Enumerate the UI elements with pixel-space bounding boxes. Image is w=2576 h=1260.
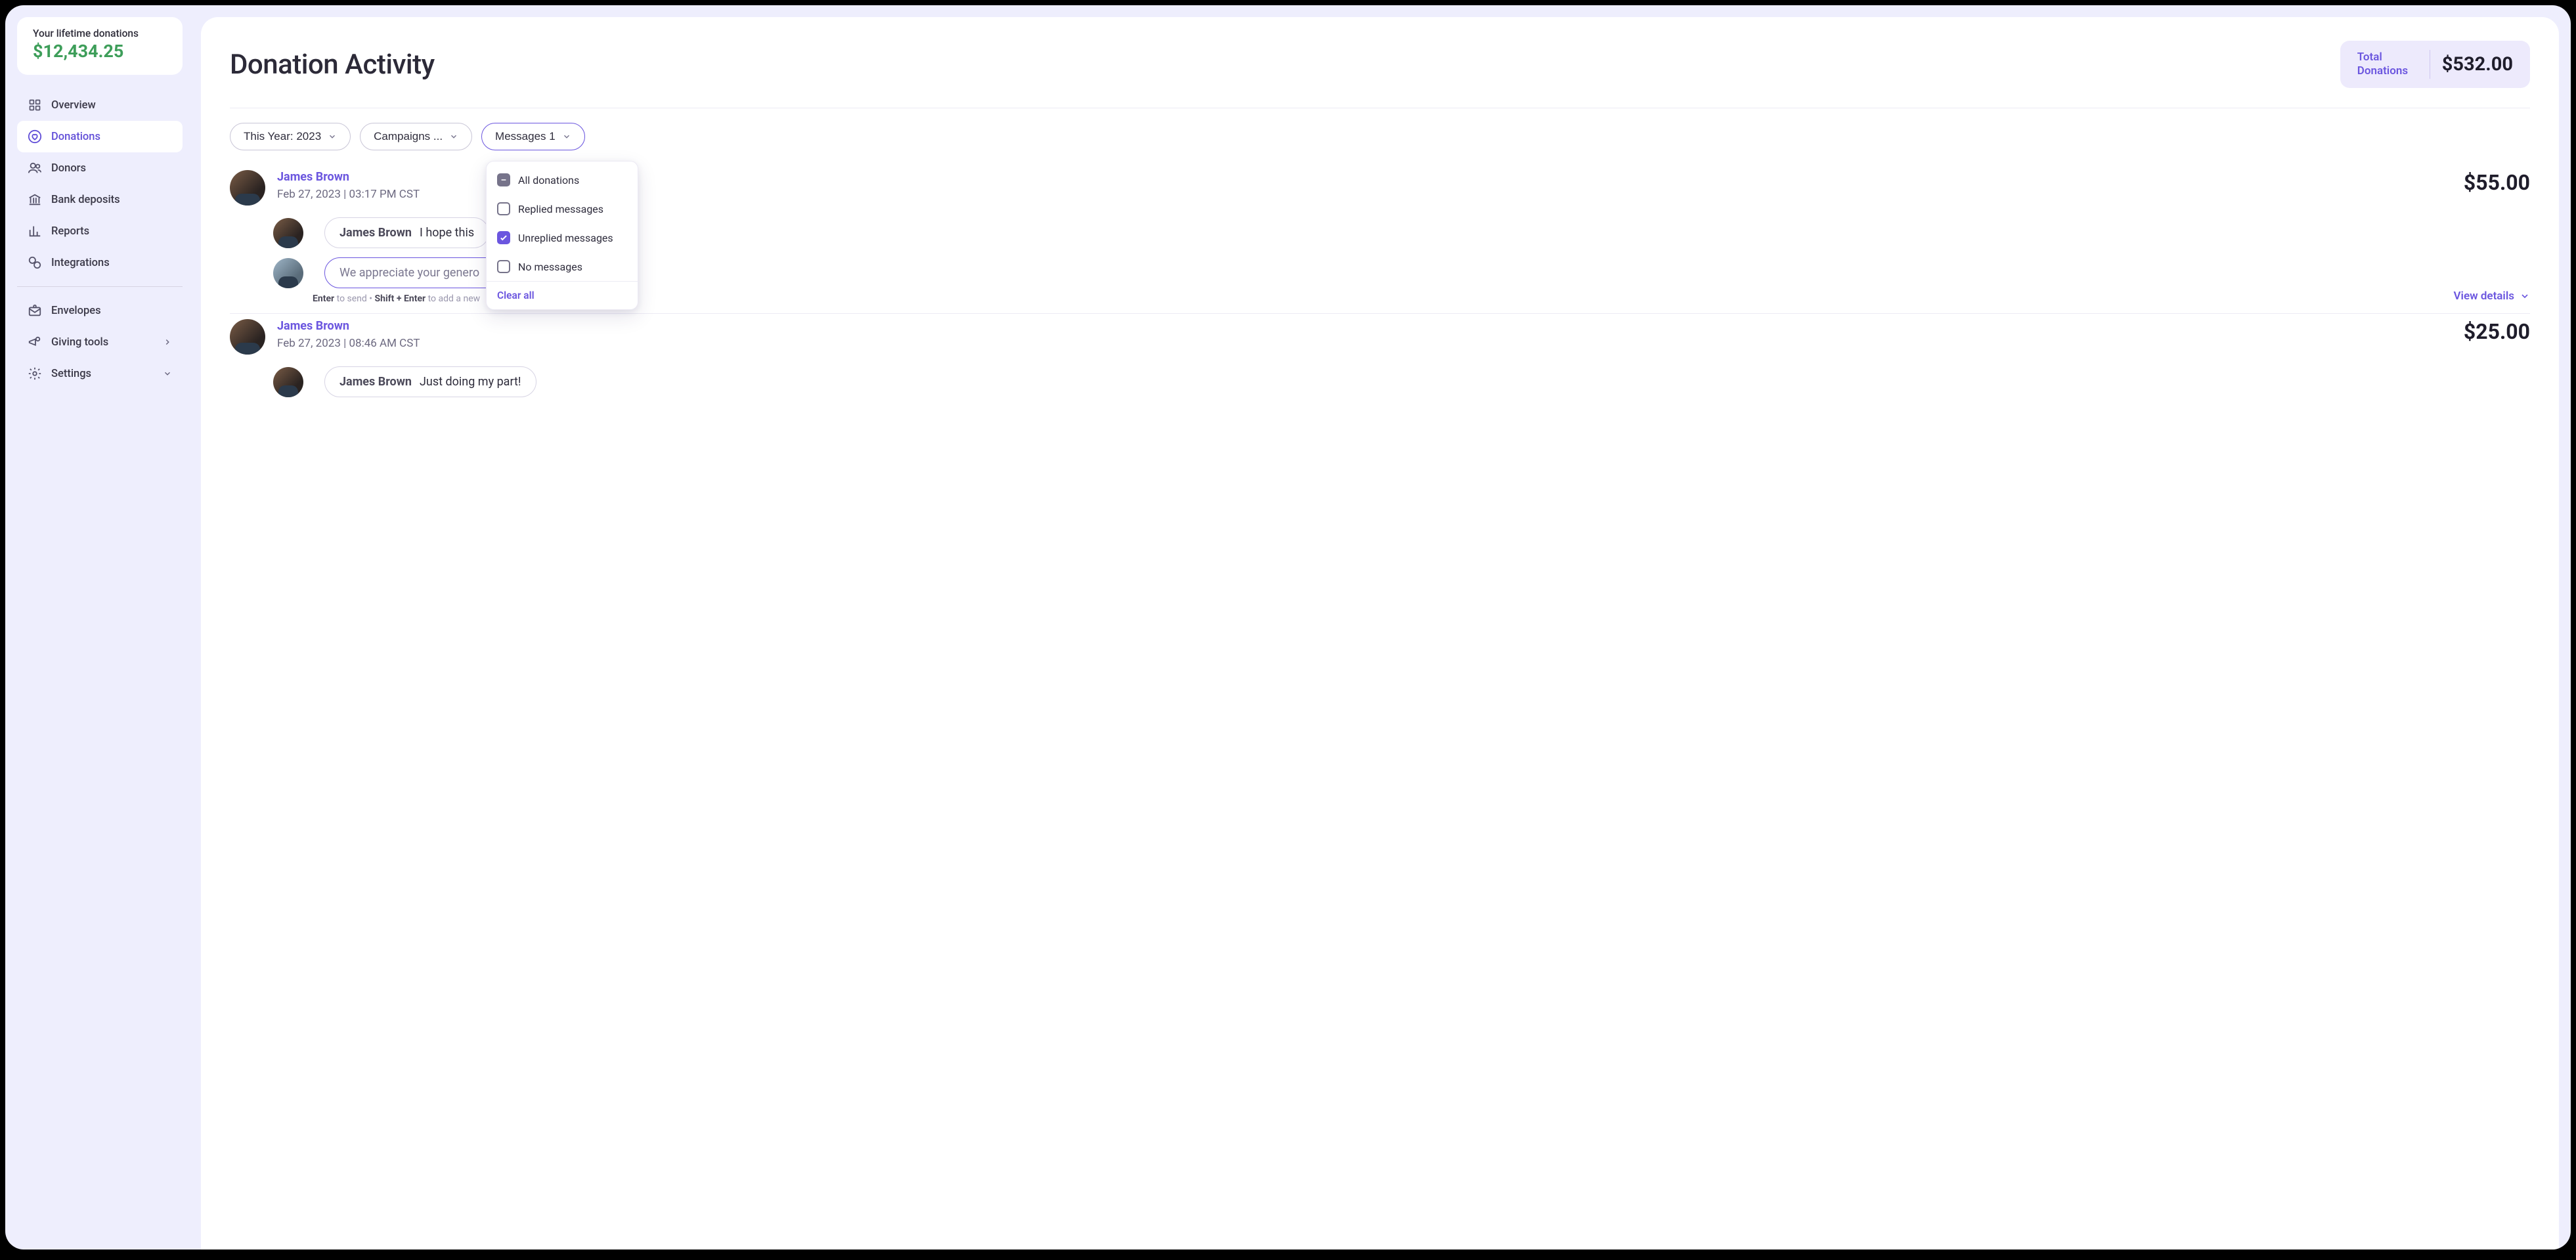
avatar	[273, 218, 303, 248]
dropdown-option-label: Unreplied messages	[518, 232, 613, 244]
message-thread: James Brown Just doing my part!	[273, 366, 2530, 397]
app-frame: Your lifetime donations $12,434.25 Overv…	[5, 5, 2571, 1249]
sidebar-item-donors[interactable]: Donors	[17, 152, 183, 184]
hint-enter: Enter	[313, 293, 334, 304]
activity-list: James Brown Feb 27, 2023 | 03:17 PM CST …	[230, 165, 2530, 1249]
nav-label: Reports	[51, 225, 89, 238]
message-bubble: James Brown I hope this	[324, 217, 489, 248]
sidebar-item-overview[interactable]: Overview	[17, 89, 183, 121]
chevron-down-icon	[2520, 291, 2530, 301]
filter-messages-label: Messages 1	[495, 130, 556, 143]
nav-label: Integrations	[51, 257, 110, 269]
message-text: Just doing my part!	[420, 375, 521, 389]
lifetime-donations-label: Your lifetime donations	[33, 28, 167, 39]
nav-label: Donations	[51, 131, 100, 143]
hint-shift-enter: Shift + Enter	[374, 293, 426, 304]
nav-label: Giving tools	[51, 336, 108, 349]
filter-year-label: This Year: 2023	[244, 130, 321, 143]
hint-text: to send •	[334, 293, 374, 304]
avatar	[273, 367, 303, 397]
link-icon	[28, 255, 42, 270]
nav-divider	[17, 286, 183, 287]
message-sender: James Brown	[339, 226, 412, 240]
message-bubble: James Brown Just doing my part!	[324, 366, 536, 397]
chevron-right-icon	[163, 337, 172, 347]
activity-amount: $55.00	[2464, 170, 2530, 195]
dropdown-option-label: Replied messages	[518, 203, 603, 215]
chevron-down-icon	[163, 369, 172, 378]
sidebar-item-bank-deposits[interactable]: Bank deposits	[17, 184, 183, 215]
dropdown-option-label: No messages	[518, 261, 582, 273]
avatar	[273, 258, 303, 288]
heart-circle-icon	[28, 129, 42, 144]
avatar	[230, 319, 265, 355]
users-icon	[28, 161, 42, 175]
envelope-icon	[28, 303, 42, 318]
sidebar-item-giving-tools[interactable]: Giving tools	[17, 326, 183, 358]
nav-label: Settings	[51, 368, 91, 380]
dropdown-option-all-donations[interactable]: All donations	[487, 165, 638, 194]
activity-item: James Brown Feb 27, 2023 | 08:46 AM CST …	[230, 314, 2530, 417]
nav-label: Overview	[51, 99, 96, 112]
sidebar-item-settings[interactable]: Settings	[17, 358, 183, 389]
lifetime-donations-amount: $12,434.25	[33, 41, 167, 62]
nav-label: Donors	[51, 162, 86, 175]
dropdown-option-replied[interactable]: Replied messages	[487, 194, 638, 223]
view-details-label: View details	[2453, 290, 2514, 303]
activity-timestamp: Feb 27, 2023 | 03:17 PM CST	[277, 188, 420, 201]
checkbox-unchecked-icon	[497, 202, 510, 215]
page-title: Donation Activity	[230, 49, 435, 81]
chevron-down-icon	[562, 132, 571, 141]
nav-list: Overview Donations Donors Bank deposits	[17, 89, 183, 278]
activity-amount: $25.00	[2464, 319, 2530, 344]
donor-name[interactable]: James Brown	[277, 170, 420, 184]
messages-dropdown: All donations Replied messages Unreplied…	[486, 161, 638, 310]
checkbox-checked-icon	[497, 231, 510, 244]
filter-messages[interactable]: Messages 1	[481, 123, 585, 150]
total-donations-label: Total Donations	[2357, 51, 2418, 79]
chevron-down-icon	[328, 132, 337, 141]
chevron-down-icon	[449, 132, 458, 141]
donor-name[interactable]: James Brown	[277, 319, 420, 333]
main-content: Donation Activity Total Donations $532.0…	[201, 17, 2559, 1249]
sidebar-item-reports[interactable]: Reports	[17, 215, 183, 247]
grid-icon	[28, 98, 42, 112]
sidebar-item-envelopes[interactable]: Envelopes	[17, 295, 183, 326]
message-row: James Brown Just doing my part!	[273, 366, 2530, 397]
total-donations-amount: $532.00	[2442, 53, 2513, 76]
chart-icon	[28, 224, 42, 238]
bank-icon	[28, 192, 42, 207]
checkbox-indeterminate-icon	[497, 173, 510, 186]
hint-text: to add a new	[426, 293, 480, 304]
checkbox-unchecked-icon	[497, 260, 510, 273]
sidebar-item-donations[interactable]: Donations	[17, 121, 183, 152]
dropdown-option-label: All donations	[518, 174, 579, 186]
filter-campaigns-label: Campaigns ...	[374, 130, 443, 143]
sidebar: Your lifetime donations $12,434.25 Overv…	[17, 17, 183, 1249]
main-header: Donation Activity Total Donations $532.0…	[230, 41, 2530, 108]
filter-year[interactable]: This Year: 2023	[230, 123, 351, 150]
megaphone-icon	[28, 335, 42, 349]
message-sender: James Brown	[339, 375, 412, 389]
dropdown-option-unreplied[interactable]: Unreplied messages	[487, 223, 638, 252]
dropdown-clear-all[interactable]: Clear all	[487, 281, 638, 309]
nav-list-secondary: Envelopes Giving tools Settings	[17, 295, 183, 389]
nav-label: Envelopes	[51, 305, 101, 317]
activity-header: James Brown Feb 27, 2023 | 08:46 AM CST …	[230, 319, 2530, 355]
nav-label: Bank deposits	[51, 194, 120, 206]
avatar	[230, 170, 265, 206]
gear-icon	[28, 366, 42, 381]
activity-timestamp: Feb 27, 2023 | 08:46 AM CST	[277, 337, 420, 350]
filter-campaigns[interactable]: Campaigns ...	[360, 123, 472, 150]
filter-bar: This Year: 2023 Campaigns ... Messages 1…	[230, 123, 2530, 150]
dropdown-option-no-messages[interactable]: No messages	[487, 252, 638, 281]
message-text: I hope this	[420, 226, 474, 240]
lifetime-donations-card: Your lifetime donations $12,434.25	[17, 17, 183, 75]
total-donations-box: Total Donations $532.00	[2340, 41, 2530, 88]
sidebar-item-integrations[interactable]: Integrations	[17, 247, 183, 278]
